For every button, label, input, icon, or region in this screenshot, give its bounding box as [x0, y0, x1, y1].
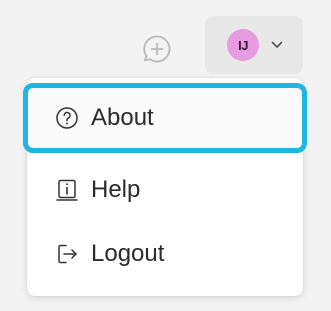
menu-item-help[interactable]: Help	[27, 158, 303, 222]
user-dropdown-menu: About Help Logout	[23, 78, 307, 296]
menu-item-about[interactable]: About	[23, 83, 307, 153]
menu-item-label: Help	[91, 176, 141, 203]
new-chat-button[interactable]	[136, 28, 178, 70]
menu-item-label: Logout	[91, 240, 165, 267]
chat-plus-icon	[141, 33, 173, 65]
question-circle-icon	[55, 106, 79, 130]
logout-arrow-icon	[55, 242, 79, 266]
info-box-icon	[55, 178, 79, 202]
app-window: IJ About Help Logout	[0, 0, 331, 311]
avatar: IJ	[227, 29, 259, 61]
menu-item-logout[interactable]: Logout	[27, 222, 303, 286]
menu-item-label: About	[91, 104, 154, 131]
user-menu-button[interactable]: IJ	[205, 16, 303, 74]
chevron-down-icon	[271, 41, 283, 49]
